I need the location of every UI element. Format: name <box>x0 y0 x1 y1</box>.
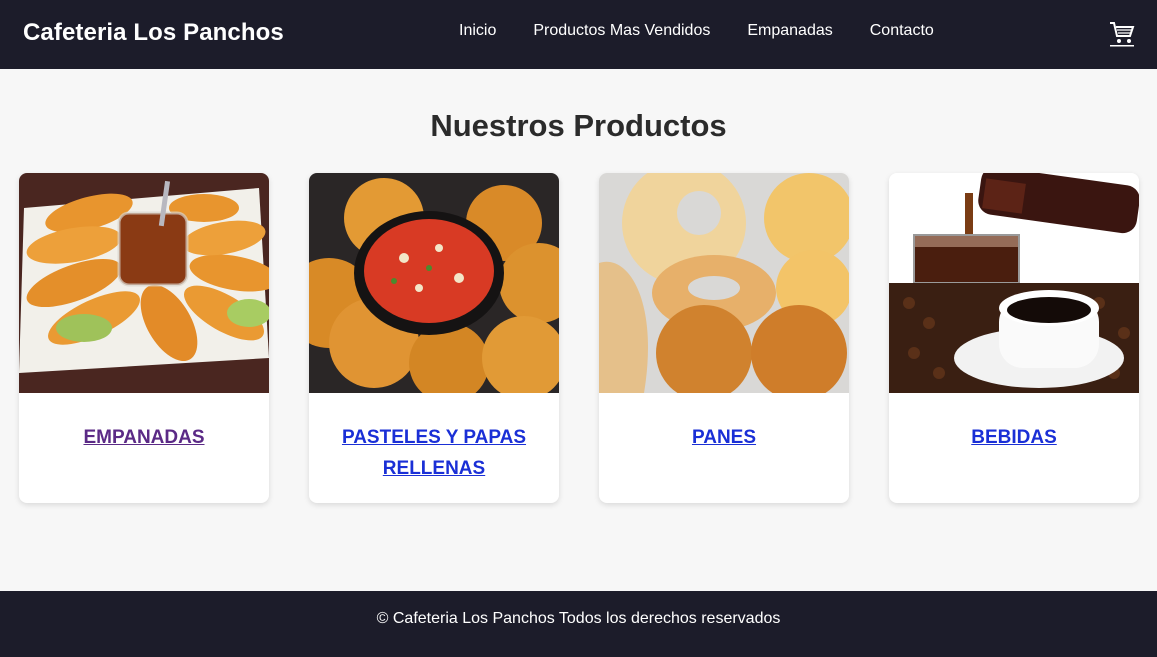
nav-link-inicio[interactable]: Inicio <box>459 22 496 40</box>
product-link-panes[interactable]: PANES <box>599 422 849 453</box>
product-card-panes: PANES <box>599 173 849 503</box>
pasteles-photo[interactable] <box>309 173 559 393</box>
product-link-pasteles[interactable]: PASTELES Y PAPAS RELLENAS <box>309 422 559 484</box>
main-nav: Inicio Productos Mas Vendidos Empanadas … <box>459 22 971 40</box>
empanadas-photo[interactable] <box>19 173 269 393</box>
product-card-bebidas: BEBIDAS <box>889 173 1139 503</box>
panes-photo[interactable] <box>599 173 849 393</box>
product-link-empanadas[interactable]: EMPANADAS <box>19 422 269 453</box>
site-brand[interactable]: Cafeteria Los Panchos <box>23 19 284 47</box>
product-card-pasteles: PASTELES Y PAPAS RELLENAS <box>309 173 559 503</box>
bebidas-photo[interactable] <box>889 173 1139 393</box>
product-link-bebidas[interactable]: BEBIDAS <box>889 422 1139 453</box>
nav-link-mas-vendidos[interactable]: Productos Mas Vendidos <box>533 22 710 40</box>
nav-link-empanadas[interactable]: Empanadas <box>747 22 832 40</box>
product-card-empanadas: EMPANADAS <box>19 173 269 503</box>
site-header: Cafeteria Los Panchos Inicio Productos M… <box>0 0 1157 69</box>
nav-link-contacto[interactable]: Contacto <box>870 22 934 40</box>
footer-copyright: © Cafeteria Los Panchos Todos los derech… <box>376 610 781 627</box>
site-footer: © Cafeteria Los Panchos Todos los derech… <box>0 591 1157 657</box>
shopping-cart-icon[interactable] <box>1108 19 1136 47</box>
page-title: Nuestros Productos <box>430 108 727 143</box>
